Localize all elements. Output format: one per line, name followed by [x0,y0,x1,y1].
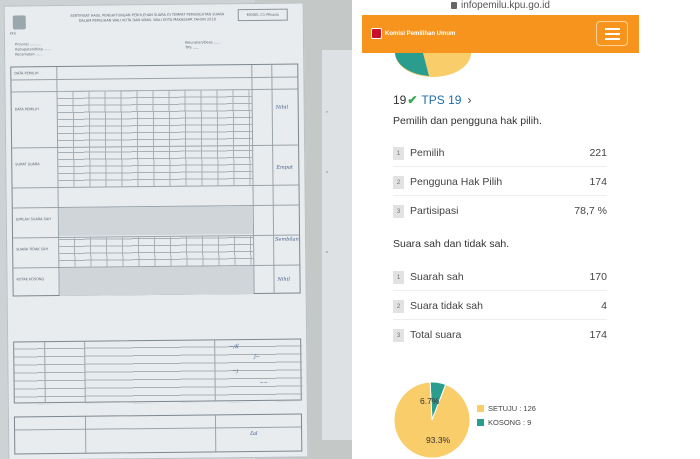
handwriting: Nihil [275,104,289,111]
right-margin [639,0,700,459]
row-value: 170 [589,271,607,283]
row-label: DATA PEMILIH [14,71,39,76]
row-label: Pemilih [410,147,445,159]
check-icon: ✔ [407,93,418,107]
row-value: 78,7 % [574,205,607,217]
witness-table: Ꮭal [13,413,303,455]
row-index: 3 [393,204,404,218]
browser-url-bar[interactable]: infopemilu.kpu.go.id [362,0,639,15]
tps-link[interactable]: TPS 19 [421,93,461,107]
legend-item-setuju: SETUJU : 126 [477,404,536,413]
form-title: SERTIFIKAT HASIL PENGHITUNGAN PEROLEHAN … [65,12,230,24]
row-index: 3 [393,328,404,342]
legend-label: SETUJU : 126 [488,404,536,413]
votes-section-title: Suara sah dan tidak sah. [393,238,510,250]
handwriting: Empat [276,164,293,171]
url-text: infopemilu.kpu.go.id [461,0,550,11]
kpu-seal-icon [12,15,26,30]
menu-bar [605,28,620,30]
form-title-line: DALAM PEMILIHAN WALI KOTA DAN WAKIL WALI… [78,17,216,23]
tps-heading: 19 ✔ TPS 19 › [393,93,471,107]
menu-bar [605,38,620,40]
legend-item-kosong: KOSONG : 9 [477,418,531,427]
kpu-logo-icon [371,28,382,39]
handwriting: Nihil [277,276,290,283]
row-value: 221 [589,147,607,159]
mobile-screenshot: infopemilu.kpu.go.id Komisi Pemilihan Um… [362,0,639,459]
row-value: 4 [601,300,607,312]
legend-swatch [477,405,484,412]
row-label: Pengguna Hak Pilih [410,176,503,188]
pie-label-kosong: 6.7% [420,396,440,406]
row-label: Suara tidak sah [410,300,483,312]
voters-row: 3 Partisipasi 78,7 % [393,202,607,220]
row-index: 1 [393,270,404,284]
legend-label: KOSONG : 9 [488,418,532,427]
votes-row: 1 Suarah sah 170 [393,268,607,286]
row-label: KOTAK KOSONG [16,277,45,282]
voters-row: 2 Pengguna Hak Pilih 174 [393,173,607,191]
seal-caption: KPU [9,31,16,36]
row-label: DATA PEMILIH [14,107,39,112]
row-divider [393,290,607,291]
voters-row: 1 Pemilih 221 [393,144,607,162]
row-label: SUARA TIDAK SAH [16,247,49,252]
row-divider [393,195,607,196]
site-brand[interactable]: Komisi Pemilihan Umum [371,28,455,39]
form-number: MODEL C1-Pilkada [237,8,288,22]
handwriting: Sembilan [275,236,299,243]
voters-section-title: Pemilih dan pengguna hak pilih. [393,115,542,127]
row-label: Suarah sah [410,271,464,283]
row-divider [393,166,607,167]
row-index: 2 [393,175,404,189]
row-value: 174 [589,176,607,188]
form-photo: KPU SERTIFIKAT HASIL PENGHITUNGAN PEROLE… [0,0,352,459]
row-index: 2 [393,299,404,313]
legend-swatch [477,419,484,426]
lock-icon [451,2,458,9]
row-divider [393,319,607,320]
site-header: Komisi Pemilihan Umum [362,15,639,53]
row-label: Total suara [410,329,462,341]
row-label: Partisipasi [410,205,459,217]
previous-pie-chart [395,53,471,77]
signature-table: ~/Ḱ ʃ~ ~ȷ ~~ [13,338,303,405]
form-meta: Provinsi .......... Kabupaten/Kota ......… [15,42,51,57]
pie-label-setuju: 93.3% [426,435,451,445]
results-table: DATA PEMILIH DATA PEMILIH SURAT SUARA JU… [10,63,301,297]
adjacent-page: PNB [322,50,352,440]
row-label: JUMLAH SUARA SAH [15,217,51,222]
divider-gap [352,0,362,459]
chevron-right-icon[interactable]: › [467,93,471,107]
row-value: 174 [589,329,607,341]
row-index: 1 [393,146,404,160]
brand-name: Komisi Pemilihan Umum [385,30,456,37]
tps-number: 19 [393,93,407,107]
menu-bar [605,33,620,35]
row-label: SURAT SUARA [15,162,40,167]
form-meta: Kelurahan/Desa ...... TPS ...... [185,40,221,50]
votes-row: 3 Total suara 174 [393,326,607,344]
paper-form: KPU SERTIFIKAT HASIL PENGHITUNGAN PEROLE… [3,2,309,459]
hamburger-menu-button[interactable] [596,21,628,46]
result-pie-chart [393,381,471,459]
votes-row: 2 Suara tidak sah 4 [393,297,607,315]
